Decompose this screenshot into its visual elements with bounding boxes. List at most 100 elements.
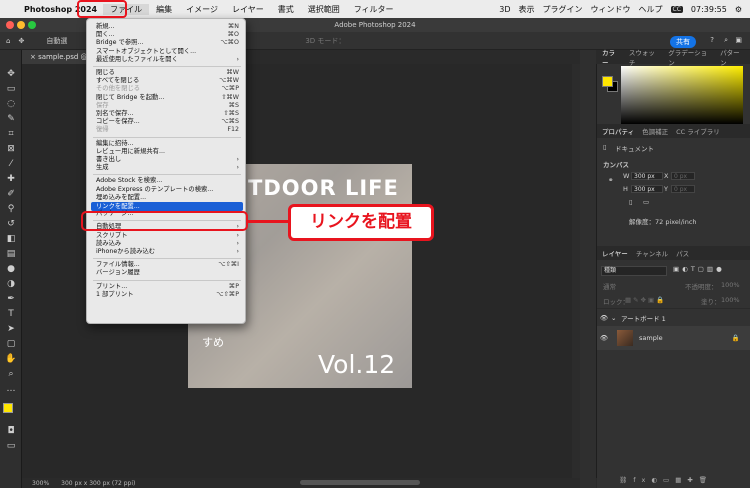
eyedropper-tool[interactable]: ⁄ — [5, 158, 17, 170]
brush-tool[interactable]: ✐ — [5, 188, 17, 200]
visibility-eye-icon[interactable]: 👁 — [597, 334, 611, 342]
menu-item[interactable]: レビュー用に新規共有... — [96, 148, 239, 156]
screen-mode-icon[interactable]: ▭ — [5, 440, 17, 452]
layer-filter-icons[interactable]: ▣◐T▢▥● — [673, 265, 725, 273]
help-icon[interactable]: ? — [710, 36, 714, 44]
tab-paths[interactable]: パス — [676, 248, 689, 258]
menu-item[interactable]: 新規... ⌘N — [96, 23, 239, 31]
dodge-tool[interactable]: ◑ — [5, 278, 17, 290]
menu-item[interactable]: 閉じて Bridge を起動... ⇧⌘W — [96, 94, 239, 102]
visibility-eye-icon[interactable]: 👁 — [597, 314, 611, 322]
menu-item[interactable]: 読み込み › — [96, 240, 239, 248]
menu-item[interactable]: 閉じる ⌘W — [96, 69, 239, 77]
color-picker-field[interactable] — [621, 66, 743, 124]
menu-item[interactable]: プリント... ⌘P — [96, 283, 239, 291]
cc-chip[interactable]: CC — [670, 5, 683, 13]
menu-item[interactable]: バージョン履歴 — [96, 269, 239, 277]
menu-item[interactable]: コピーを保存... ⌥⌘S — [96, 118, 239, 126]
tab-cc-libraries[interactable]: CC ライブラリ — [676, 126, 720, 136]
menu-select[interactable]: 選択範囲 — [301, 4, 347, 15]
menu-item[interactable]: その他を閉じる ⌥⌘P — [96, 85, 239, 93]
tab-color[interactable]: カラー — [602, 47, 621, 67]
menu-item[interactable]: 保存 ⌘S — [96, 102, 239, 110]
panel-fg-swatch[interactable] — [602, 76, 613, 87]
portrait-icon[interactable]: ▯ — [629, 198, 633, 206]
menu-item[interactable]: iPhoneから読み込む › — [96, 248, 239, 256]
menu-image[interactable]: イメージ — [179, 4, 225, 15]
tab-gradients[interactable]: グラデーション — [668, 47, 712, 67]
menu-edit[interactable]: 編集 — [149, 4, 179, 15]
layer-row[interactable]: 👁 sample 🔒 — [597, 326, 750, 350]
menu-item[interactable]: 開く... ⌘O — [96, 31, 239, 39]
link-dimensions-icon[interactable]: ⚭ — [608, 176, 613, 184]
menu-item[interactable]: スマートオブジェクトとして開く... — [96, 48, 239, 56]
horizontal-scrollbar[interactable] — [300, 480, 420, 485]
healing-tool[interactable]: ✚ — [5, 173, 17, 185]
autoselect-checkbox[interactable]: 自動選 — [46, 36, 67, 46]
layer-row[interactable]: 👁 ⌄ アートボード 1 — [597, 308, 750, 326]
x-field[interactable]: 0 px — [671, 172, 695, 180]
tab-patterns[interactable]: パターン — [720, 47, 745, 67]
menu-filter[interactable]: フィルター — [347, 4, 401, 15]
tab-channels[interactable]: チャンネル — [636, 248, 668, 258]
blur-tool[interactable]: ● — [5, 263, 17, 275]
lock-icons[interactable]: ▦✎✥▣🔒 — [625, 296, 666, 304]
opacity-field[interactable]: 100% — [721, 281, 740, 289]
menu-item[interactable]: 編集に招待... — [96, 140, 239, 148]
layers-footer-icons[interactable]: ⛓fx◐▭▦✚🗑 — [619, 476, 713, 484]
search-icon[interactable]: ⌕ — [724, 36, 728, 45]
layer-filter-select[interactable]: 種類 — [601, 266, 667, 276]
more-tools-icon[interactable]: … — [5, 383, 17, 395]
menu-layer[interactable]: レイヤー — [225, 4, 271, 15]
zoom-window-icon[interactable] — [28, 21, 36, 29]
minimize-window-icon[interactable] — [17, 21, 25, 29]
crop-tool[interactable]: ⌗ — [5, 128, 17, 140]
menu-plugins[interactable]: プラグイン — [543, 4, 583, 15]
artboard-tool[interactable]: ▭ — [5, 83, 17, 95]
menu-item[interactable]: Adobe Stock を検索... — [96, 177, 239, 185]
menu-item[interactable]: 生成 › — [96, 164, 239, 172]
control-center-icon[interactable]: ⚙ — [735, 5, 742, 14]
quick-select-tool[interactable]: ✎ — [5, 113, 17, 125]
chevron-down-icon[interactable]: ⌄ — [611, 314, 621, 322]
menu-item[interactable]: 書き出し › — [96, 156, 239, 164]
menu-item[interactable]: スクリプト › — [96, 232, 239, 240]
menu-item[interactable]: Bridge で参照... ⌥⌘O — [96, 39, 239, 47]
zoom-level[interactable]: 300% — [32, 480, 49, 487]
menu-item[interactable]: すべてを閉じる ⌥⌘W — [96, 77, 239, 85]
menu-item[interactable]: ファイル情報... ⌥⇧⌘I — [96, 261, 239, 269]
y-field[interactable]: 0 px — [671, 185, 695, 193]
menu-item[interactable]: Adobe Express のテンプレートの検索... — [96, 186, 239, 194]
height-field[interactable]: 300 px — [631, 185, 663, 193]
home-icon[interactable]: ⌂ — [6, 37, 10, 45]
frame-tool[interactable]: ⊠ — [5, 143, 17, 155]
type-tool[interactable]: T — [5, 308, 17, 320]
menu-view[interactable]: 表示 — [519, 4, 535, 15]
eraser-tool[interactable]: ◧ — [5, 233, 17, 245]
tab-swatches[interactable]: スウォッチ — [629, 47, 660, 67]
menu-item[interactable]: 別名で保存... ⇧⌘S — [96, 110, 239, 118]
vertical-scrollbar[interactable] — [572, 64, 580, 478]
foreground-color-swatch[interactable] — [3, 403, 13, 413]
shape-tool[interactable]: ▢ — [5, 338, 17, 350]
pen-tool[interactable]: ✒ — [5, 293, 17, 305]
menu-item[interactable]: 最近使用したファイルを開く › — [96, 56, 239, 64]
menu-help[interactable]: ヘルプ — [639, 4, 663, 15]
landscape-icon[interactable]: ▭ — [643, 198, 649, 206]
menu-item[interactable]: 埋め込みを配置... — [96, 194, 239, 202]
close-window-icon[interactable] — [6, 21, 14, 29]
tab-properties[interactable]: プロパティ — [602, 126, 634, 136]
stamp-tool[interactable]: ⚲ — [5, 203, 17, 215]
gradient-tool[interactable]: ▤ — [5, 248, 17, 260]
lasso-tool[interactable]: ◌ — [5, 98, 17, 110]
workspace-icon[interactable]: ▣ — [735, 36, 742, 44]
blend-mode-select[interactable]: 通常 — [603, 281, 616, 291]
move-tool[interactable]: ✥ — [5, 68, 17, 80]
menu-3d[interactable]: 3D — [499, 5, 510, 14]
menu-item[interactable]: 1 部プリント ⌥⇧⌘P — [96, 291, 239, 299]
tab-layers[interactable]: レイヤー — [602, 248, 628, 258]
fill-field[interactable]: 100% — [721, 296, 740, 304]
menu-type[interactable]: 書式 — [271, 4, 301, 15]
hand-tool[interactable]: ✋ — [5, 353, 17, 365]
close-tab-icon[interactable]: × — [30, 53, 36, 61]
